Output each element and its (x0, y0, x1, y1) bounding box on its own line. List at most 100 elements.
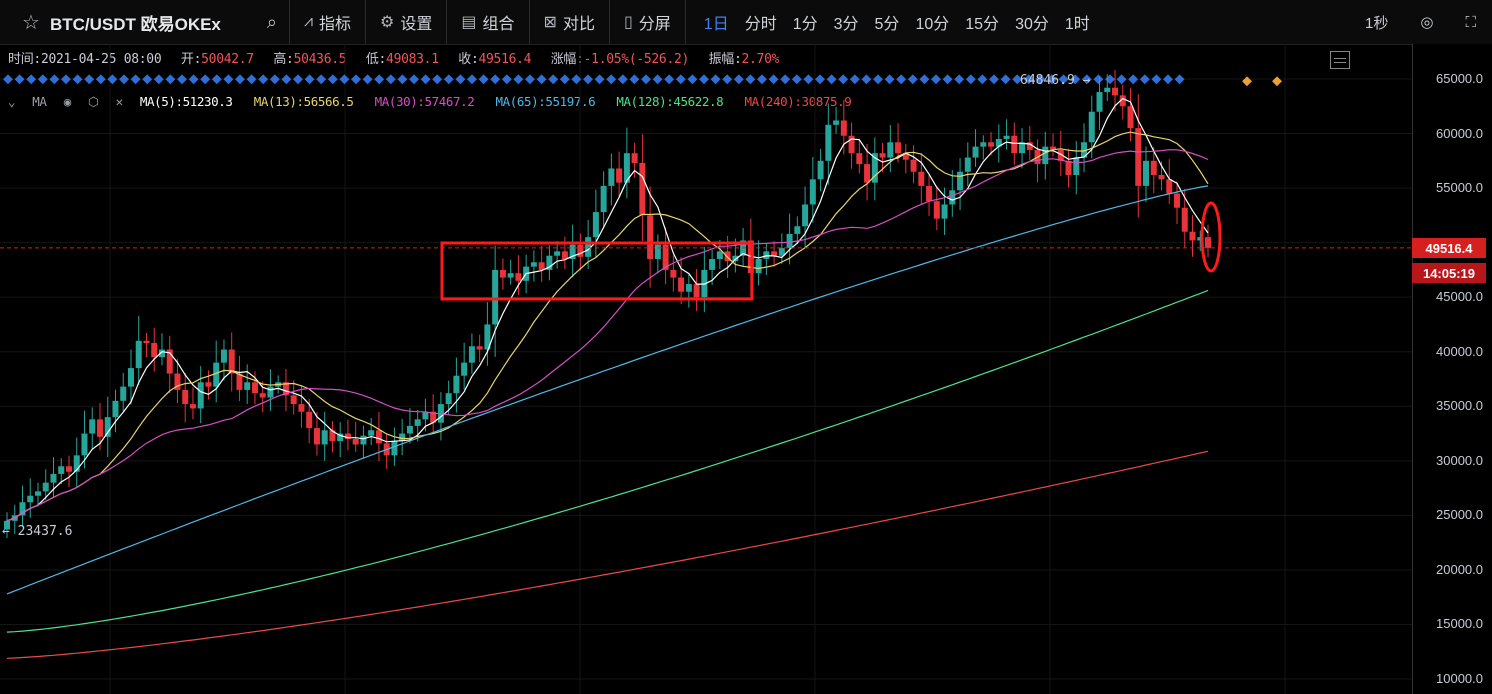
event-marker (617, 74, 628, 85)
candle-body (406, 425, 413, 434)
event-marker (153, 74, 164, 85)
price-tick: 35000.0 (1436, 398, 1483, 414)
calendar-icon[interactable] (1330, 51, 1350, 69)
event-marker (49, 74, 60, 85)
event-marker (420, 74, 431, 85)
event-marker (269, 74, 280, 85)
split-screen-button[interactable]: ▯ 分屏 (610, 0, 686, 44)
interval-1h[interactable]: 1时 (1065, 10, 1090, 34)
event-marker (641, 74, 651, 85)
candle-body (647, 215, 654, 259)
interval-5m[interactable]: 5分 (875, 10, 900, 34)
camera-icon[interactable]: ◎ (1420, 13, 1433, 31)
candle-body (561, 251, 568, 259)
candle-body (298, 404, 305, 412)
candle-body (887, 142, 894, 158)
candle-body (1088, 111, 1095, 143)
event-marker (142, 74, 153, 85)
interval-1m[interactable]: 1分 (793, 10, 818, 34)
event-marker (223, 74, 234, 85)
candle-body (678, 277, 685, 292)
event-marker (1000, 74, 1011, 85)
candle-body (96, 419, 103, 437)
candle-body (422, 411, 429, 420)
price-tick: 20000.0 (1436, 561, 1483, 577)
indicator-button[interactable]: ⩘ 指标 (290, 0, 367, 44)
event-marker (757, 74, 767, 85)
price-tick: 25000.0 (1436, 507, 1483, 523)
highlight-ellipse (1200, 201, 1222, 273)
event-marker (1139, 74, 1150, 85)
candle-body (205, 382, 212, 387)
candle-body (639, 163, 646, 216)
layout-button[interactable]: ▤ 组合 (447, 0, 530, 44)
candle-body (1011, 135, 1018, 154)
event-marker (768, 74, 779, 85)
candle-body (608, 168, 615, 186)
event-marker (989, 74, 999, 85)
interval-10m[interactable]: 10分 (915, 10, 949, 34)
settings-button[interactable]: ⚙ 设置 (366, 0, 448, 44)
candle-body (104, 417, 111, 437)
event-marker (710, 74, 721, 85)
candle-body (972, 146, 979, 158)
candle-body (143, 340, 150, 343)
price-axis[interactable]: 65000.060000.055000.050000.045000.040000… (1412, 44, 1492, 694)
price-tick: 10000.0 (1436, 671, 1483, 686)
candle-body (515, 273, 522, 281)
candle-body (949, 190, 956, 205)
interval-15m[interactable]: 15分 (965, 10, 999, 34)
candle-body (375, 430, 382, 444)
compare-icon: ⊠ (543, 14, 557, 31)
candle-body (507, 273, 514, 278)
candle-body (693, 284, 700, 298)
event-marker (490, 74, 501, 85)
event-marker (293, 74, 303, 85)
ma30-line (6, 149, 1209, 522)
candle-body (1127, 106, 1134, 129)
event-marker (896, 74, 907, 85)
event-marker (246, 74, 257, 85)
event-marker (478, 74, 489, 85)
event-marker (501, 74, 512, 85)
event-marker (861, 74, 872, 85)
interval-1d[interactable]: 1日 (704, 10, 729, 34)
candle-body (1189, 231, 1196, 241)
candle-body (538, 262, 545, 270)
candle-body (817, 160, 824, 180)
candle-body (592, 212, 599, 238)
candle-body (259, 393, 266, 398)
low-marker-value: 23437.6 (17, 524, 73, 539)
candlestick-chart[interactable] (0, 44, 1412, 694)
candle-body (763, 251, 770, 259)
symbol-name[interactable]: BTC/USDT 欧易OKEx (50, 10, 221, 35)
candle-body (1065, 160, 1072, 175)
event-marker (722, 74, 733, 85)
compare-button[interactable]: ⊠ 对比 (530, 0, 610, 44)
event-marker (606, 74, 617, 85)
event-marker (884, 74, 895, 85)
candle-body (81, 433, 88, 456)
event-marker (826, 74, 837, 85)
interval-30m[interactable]: 30分 (1015, 10, 1049, 34)
interval-3m[interactable]: 3分 (834, 10, 859, 34)
search-icon[interactable]: ⌕ (267, 12, 277, 33)
event-marker (188, 74, 199, 85)
compare-label: 对比 (562, 16, 595, 33)
star-icon[interactable]: ☆ (22, 10, 40, 35)
candle-body (453, 375, 460, 394)
interval-1s[interactable]: 1秒 (1365, 12, 1388, 33)
event-marker (281, 74, 292, 85)
event-marker (467, 74, 477, 85)
candle-body (461, 362, 468, 376)
event-marker (119, 74, 129, 85)
fullscreen-icon[interactable]: ⛶ (1465, 14, 1476, 31)
interval-timeshare[interactable]: 分时 (745, 10, 777, 34)
candle-body (251, 382, 258, 394)
event-marker (327, 74, 338, 85)
candle-body (933, 201, 940, 219)
candle-body (127, 368, 134, 387)
candle-body (864, 164, 871, 183)
layout-label: 组合 (482, 16, 515, 33)
ma240-line (6, 450, 1209, 659)
